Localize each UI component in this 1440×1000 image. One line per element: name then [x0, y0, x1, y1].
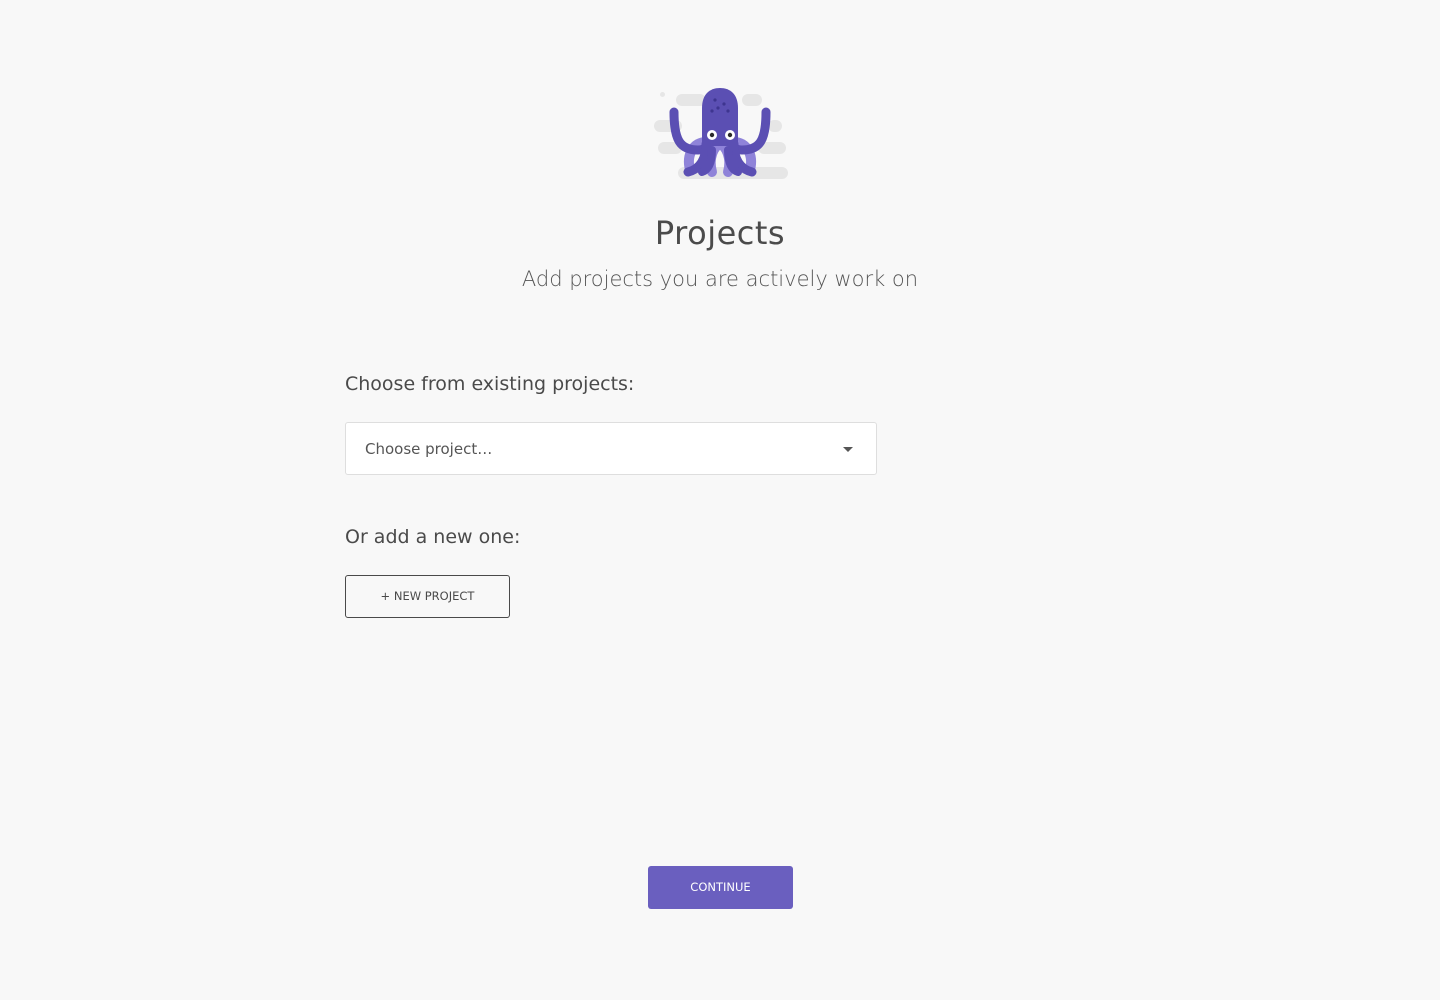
projects-onboarding-page: Projects Add projects you are actively w… [0, 0, 1440, 1000]
new-project-button[interactable]: + NEW PROJECT [345, 575, 510, 618]
page-subtitle: Add projects you are actively work on [521, 267, 919, 291]
existing-projects-label: Choose from existing projects: [345, 373, 635, 395]
octopus-mascot-icon [654, 88, 788, 179]
caret-down-icon [843, 447, 853, 452]
new-project-label: Or add a new one: [345, 526, 521, 548]
project-select[interactable]: Choose project… [345, 422, 877, 475]
project-select-placeholder: Choose project… [365, 440, 493, 458]
continue-button[interactable]: CONTINUE [648, 866, 793, 909]
page-title: Projects [654, 214, 786, 252]
